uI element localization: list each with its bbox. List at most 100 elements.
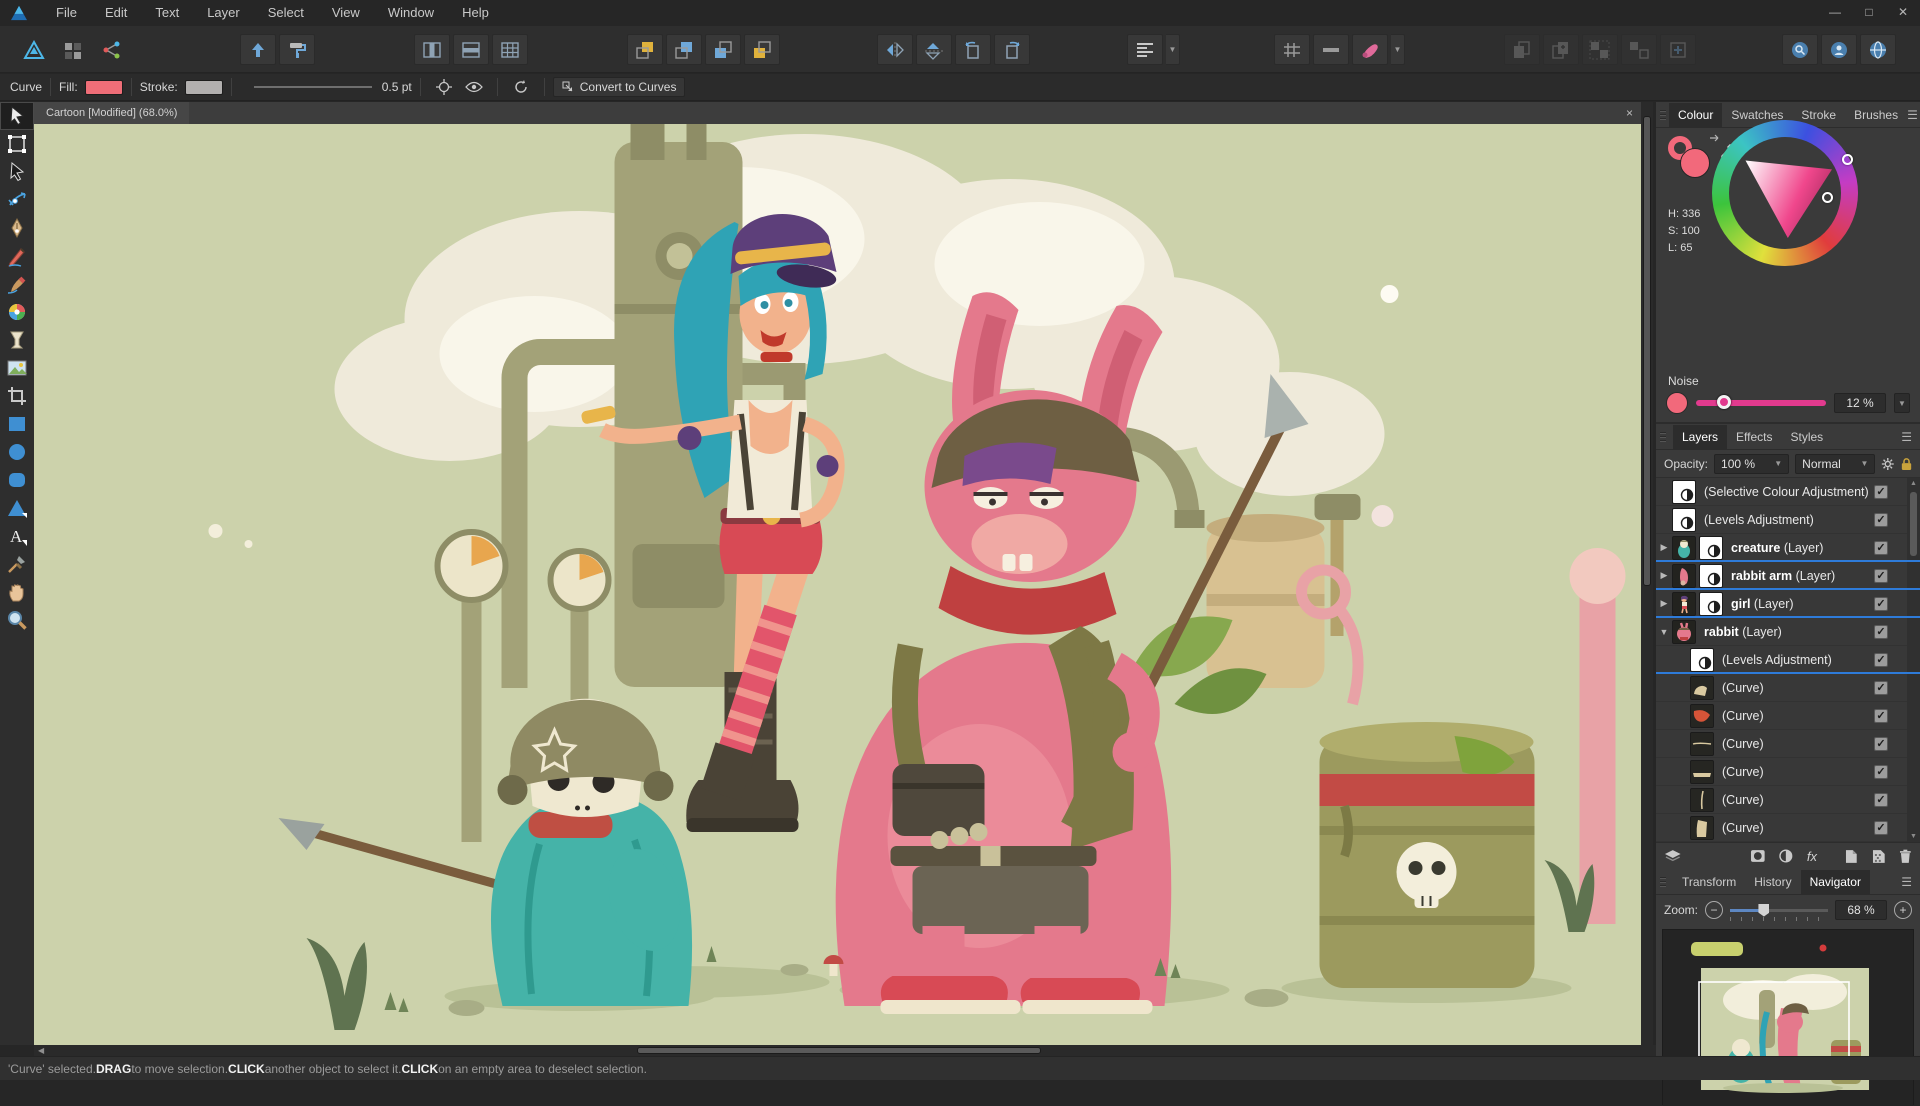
- node-tool[interactable]: [0, 158, 34, 186]
- curve-strip-thumbnail[interactable]: [1690, 759, 1714, 784]
- adjustment-icon[interactable]: [1779, 849, 1793, 863]
- layer-list-scrollbar[interactable]: ▲ ▼: [1907, 478, 1920, 842]
- layer-row[interactable]: (Selective Colour Adjustment) ✓: [1656, 478, 1920, 506]
- layer-row[interactable]: (Curve) ✓: [1656, 814, 1920, 842]
- stroke-width-slider[interactable]: [253, 86, 372, 88]
- layer-visibility-checkbox[interactable]: ✓: [1874, 541, 1888, 555]
- colour-wheel-tool[interactable]: [0, 298, 34, 326]
- navigator-tab-transform[interactable]: Transform: [1673, 870, 1745, 894]
- collapsed-expander-icon[interactable]: ▶: [1656, 570, 1672, 581]
- canvas[interactable]: [34, 124, 1641, 1045]
- fill-colour-indicator[interactable]: [1680, 148, 1710, 178]
- zoom-tool[interactable]: [0, 606, 34, 634]
- new-layer-icon[interactable]: [1845, 849, 1858, 864]
- zoom-out-button[interactable]: −: [1705, 901, 1724, 919]
- saturation-selector[interactable]: [1822, 192, 1833, 203]
- collapsed-expander-icon[interactable]: ▶: [1656, 598, 1672, 609]
- menu-file[interactable]: File: [42, 0, 91, 26]
- snapping-dropdown-icon[interactable]: ▼: [1391, 34, 1405, 65]
- layers-tab-effects[interactable]: Effects: [1727, 425, 1781, 449]
- curve-arch-thumbnail[interactable]: [1690, 675, 1714, 700]
- close-button[interactable]: ✕: [1886, 0, 1920, 26]
- adjustment-thumbnail[interactable]: [1699, 535, 1723, 560]
- eye-icon[interactable]: [459, 77, 489, 98]
- tab-close-icon[interactable]: ×: [1626, 106, 1633, 120]
- hue-selector[interactable]: [1842, 154, 1853, 165]
- rectangle-tool[interactable]: [0, 410, 34, 438]
- panel-grip[interactable]: [1660, 109, 1666, 120]
- arrow-up-icon[interactable]: [240, 34, 276, 65]
- menu-select[interactable]: Select: [254, 0, 318, 26]
- vertical-scrollbar-thumb[interactable]: [1643, 116, 1651, 586]
- fx-icon[interactable]: fx: [1807, 849, 1817, 864]
- layer-row[interactable]: (Curve) ✓: [1656, 730, 1920, 758]
- layer-visibility-checkbox[interactable]: ✓: [1874, 765, 1888, 779]
- curve-red-blob-thumbnail[interactable]: [1690, 703, 1714, 728]
- panel-grip[interactable]: [1660, 431, 1670, 442]
- curve-thin-line-thumbnail[interactable]: [1690, 731, 1714, 756]
- search-circle-icon[interactable]: [1782, 34, 1818, 65]
- menu-layer[interactable]: Layer: [193, 0, 254, 26]
- move-forward-icon[interactable]: [666, 34, 702, 65]
- assistant-brush-icon[interactable]: [1352, 34, 1388, 65]
- ellipse-tool[interactable]: [0, 438, 34, 466]
- noise-dropdown-icon[interactable]: ▼: [1894, 393, 1910, 413]
- lock-icon[interactable]: [1901, 456, 1912, 472]
- zoom-slider-handle[interactable]: [1758, 903, 1770, 917]
- collapsed-expander-icon[interactable]: ▶: [1656, 542, 1672, 553]
- noise-colour-swatch[interactable]: [1666, 392, 1688, 414]
- text-tool[interactable]: A: [0, 522, 34, 550]
- trash-icon[interactable]: [1899, 849, 1912, 864]
- adjustment-thumbnail[interactable]: [1699, 591, 1723, 616]
- paint-roller-icon[interactable]: [279, 34, 315, 65]
- mask-icon[interactable]: [1750, 849, 1766, 863]
- adjustment-thumbnail[interactable]: [1672, 507, 1696, 532]
- point-transform-tool[interactable]: [0, 186, 34, 214]
- layer-visibility-checkbox[interactable]: ✓: [1874, 821, 1888, 835]
- layer-visibility-checkbox[interactable]: ✓: [1874, 793, 1888, 807]
- flip-horizontal-icon[interactable]: [877, 34, 913, 65]
- layer-row[interactable]: (Curve) ✓: [1656, 702, 1920, 730]
- artboard-tool[interactable]: [0, 130, 34, 158]
- art-creature-thumbnail[interactable]: [1672, 535, 1696, 560]
- convert-to-curves-button[interactable]: Convert to Curves: [552, 77, 686, 97]
- menu-help[interactable]: Help: [448, 0, 503, 26]
- layers-tab-layers[interactable]: Layers: [1673, 424, 1728, 449]
- opacity-dropdown[interactable]: 100 % ▼: [1714, 453, 1790, 474]
- menu-text[interactable]: Text: [141, 0, 193, 26]
- move-to-front-icon[interactable]: [627, 34, 663, 65]
- menu-edit[interactable]: Edit: [91, 0, 141, 26]
- colour-tab-colour[interactable]: Colour: [1669, 102, 1723, 127]
- blend-mode-dropdown[interactable]: Normal ▼: [1795, 453, 1876, 474]
- persona-pixel-icon[interactable]: [55, 34, 91, 65]
- document-tab[interactable]: Cartoon [Modified] (68.0%): [34, 102, 190, 124]
- fill-swatch[interactable]: [84, 79, 123, 95]
- layer-row[interactable]: (Levels Adjustment) ✓: [1656, 646, 1920, 674]
- triangle-tool[interactable]: [0, 494, 34, 522]
- divider-icon[interactable]: [1313, 34, 1349, 65]
- persona-export-icon[interactable]: [94, 34, 130, 65]
- rounded-rectangle-tool[interactable]: [0, 466, 34, 494]
- stroke-width-value[interactable]: 0.5 pt: [382, 80, 412, 94]
- panel-menu-icon[interactable]: ☰: [1907, 108, 1918, 122]
- vertical-scrollbar[interactable]: [1641, 102, 1653, 1045]
- curve-block-thumbnail[interactable]: [1690, 815, 1714, 840]
- grid-icon[interactable]: [1274, 34, 1310, 65]
- person-circle-icon[interactable]: [1821, 34, 1857, 65]
- horizontal-scrollbar[interactable]: ◀ ▶: [34, 1045, 1675, 1056]
- layer-visibility-checkbox[interactable]: ✓: [1874, 513, 1888, 527]
- adjustment-thumbnail[interactable]: [1690, 647, 1714, 672]
- pencil-tool[interactable]: [0, 242, 34, 270]
- horizontal-scrollbar-thumb[interactable]: [637, 1047, 1041, 1054]
- scroll-left-icon[interactable]: ◀: [38, 1046, 44, 1055]
- layer-visibility-checkbox[interactable]: ✓: [1874, 681, 1888, 695]
- adjustment-thumbnail[interactable]: [1672, 479, 1696, 504]
- hand-tool[interactable]: [0, 578, 34, 606]
- transparency-tool[interactable]: [0, 326, 34, 354]
- layer-visibility-checkbox[interactable]: ✓: [1874, 485, 1888, 499]
- table-cells-icon[interactable]: [492, 34, 528, 65]
- panel-menu-icon[interactable]: ☰: [1901, 875, 1912, 889]
- layers-stack-icon[interactable]: [1664, 849, 1682, 863]
- layer-visibility-checkbox[interactable]: ✓: [1874, 569, 1888, 583]
- colour-picker-tool[interactable]: [0, 550, 34, 578]
